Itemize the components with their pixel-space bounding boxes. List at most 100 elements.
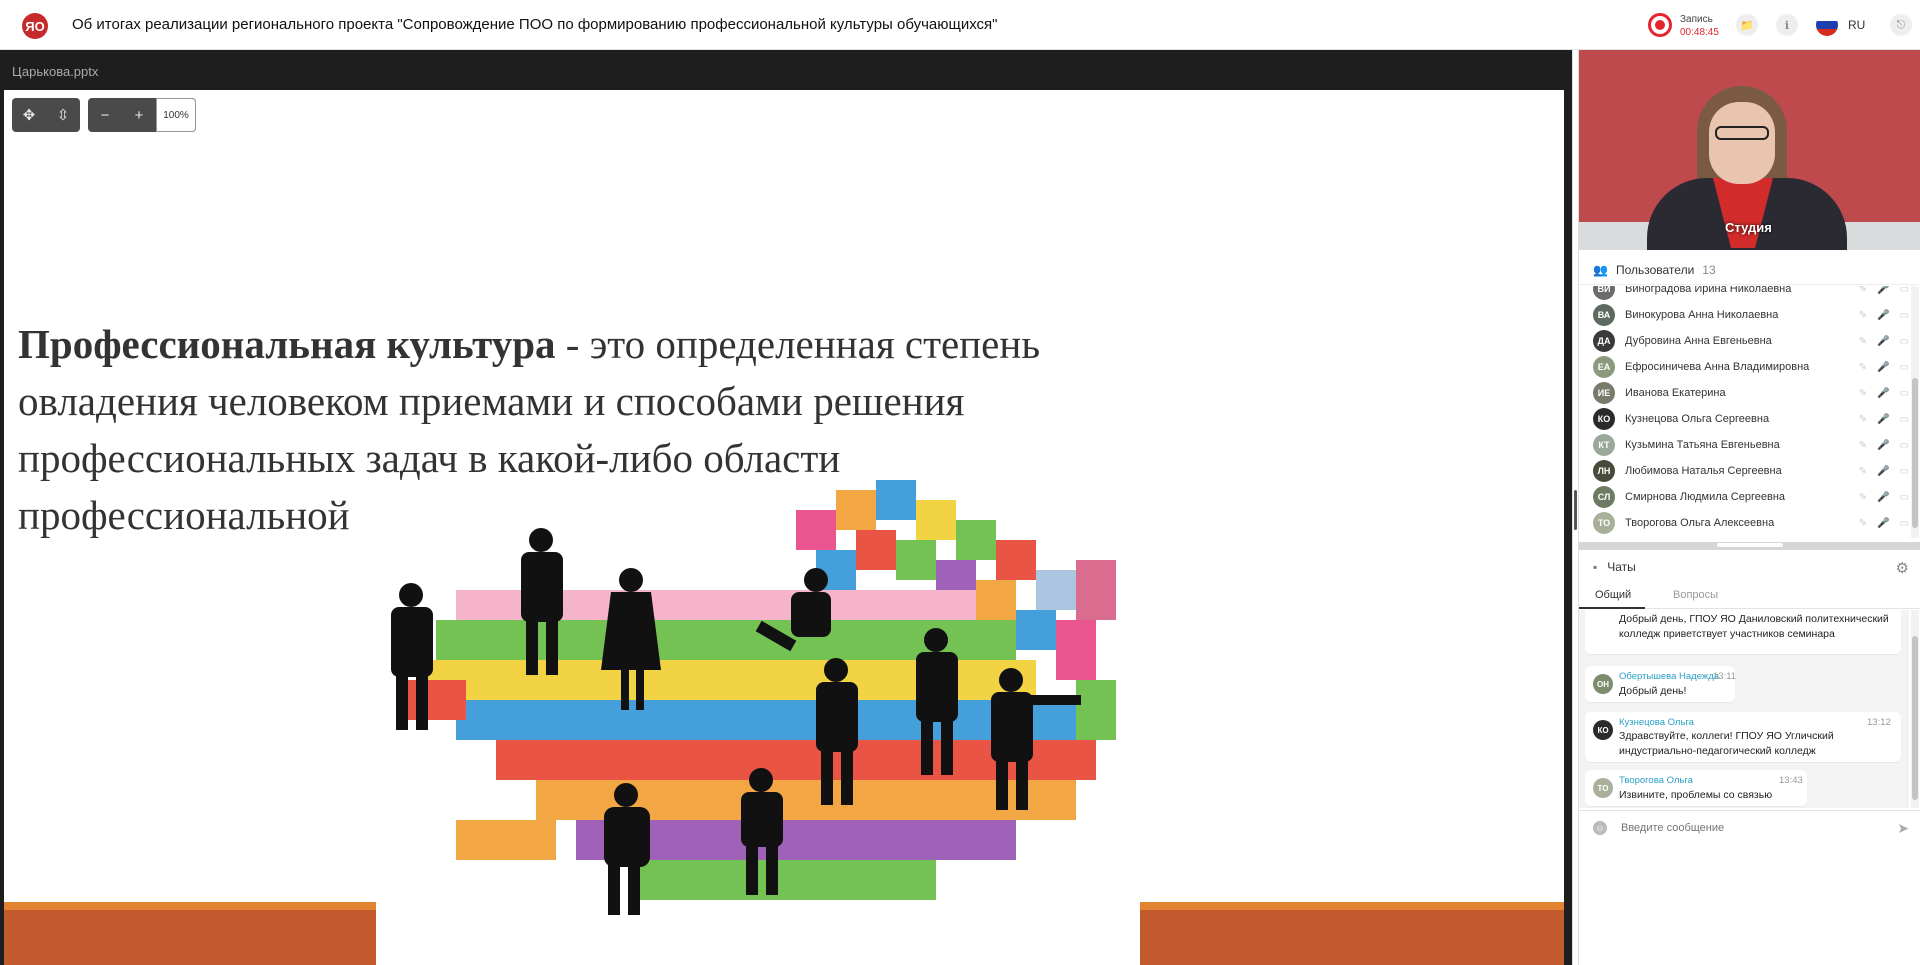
microphone-icon[interactable]: 🎤 xyxy=(1877,518,1889,529)
message-author: Кузнецова Ольга xyxy=(1619,717,1694,728)
slide-toolbar: ✥ ⇳ − + 100% xyxy=(12,98,196,132)
active-tab-indicator xyxy=(1579,607,1645,609)
zoom-out-button[interactable]: − xyxy=(88,98,122,132)
list-item[interactable]: ВИ Виноградова Ирина Николаевна ✎ 🎤 ▭ xyxy=(1593,286,1909,302)
microphone-icon[interactable]: 🎤 xyxy=(1877,286,1889,295)
camera-icon[interactable]: ▭ xyxy=(1900,492,1909,503)
record-label: Запись xyxy=(1680,14,1713,25)
microphone-icon[interactable]: 🎤 xyxy=(1877,466,1889,477)
puzzle-people-illustration xyxy=(376,480,1140,965)
scrollbar-thumb[interactable] xyxy=(1912,378,1918,528)
tab-questions[interactable]: Вопросы xyxy=(1673,589,1718,601)
tab-general[interactable]: Общий xyxy=(1595,589,1631,601)
chat-messages[interactable]: Добрый день, ГПОУ ЯО Даниловский политех… xyxy=(1579,610,1909,808)
list-item[interactable]: КТ Кузьмина Татьяна Евгеньевна ✎ 🎤 ▭ xyxy=(1593,432,1909,458)
list-item[interactable]: ДА Дубровина Анна Евгеньевна ✎ 🎤 ▭ xyxy=(1593,328,1909,354)
pencil-icon[interactable]: ✎ xyxy=(1859,466,1867,477)
pencil-icon[interactable]: ✎ xyxy=(1859,286,1867,295)
slide-canvas: ✥ ⇳ − + 100% Профессиональная культура -… xyxy=(4,90,1564,965)
pencil-icon[interactable]: ✎ xyxy=(1859,492,1867,503)
language-selector[interactable]: RU xyxy=(1848,18,1865,32)
slide-text-bold: Профессиональная культура xyxy=(18,321,556,367)
user-controls: ✎ 🎤 ▭ xyxy=(1859,518,1909,529)
presentation-pane: Царькова.pptx ✥ ⇳ − + 100% Профессиональ… xyxy=(0,50,1572,965)
move-icon[interactable]: ✥ xyxy=(12,98,46,132)
camera-icon[interactable]: ▭ xyxy=(1900,414,1909,425)
info-icon[interactable]: ℹ xyxy=(1776,14,1798,36)
list-item[interactable]: ЕА Ефросиничева Анна Владимировна ✎ 🎤 ▭ xyxy=(1593,354,1909,380)
list-item[interactable]: СЛ Смирнова Людмила Сергеевна ✎ 🎤 ▭ xyxy=(1593,484,1909,510)
microphone-icon[interactable]: 🎤 xyxy=(1877,414,1889,425)
camera-icon[interactable]: ▭ xyxy=(1900,466,1909,477)
list-item[interactable]: ЛН Любимова Наталья Сергеевна ✎ 🎤 ▭ xyxy=(1593,458,1909,484)
gear-icon[interactable]: ⚙ xyxy=(1896,559,1909,577)
send-icon[interactable]: ➤ xyxy=(1897,820,1909,837)
user-name: Дубровина Анна Евгеньевна xyxy=(1625,335,1772,347)
splitter-handle[interactable] xyxy=(1574,490,1577,530)
user-name: Иванова Екатерина xyxy=(1625,387,1726,399)
pencil-icon[interactable]: ✎ xyxy=(1859,362,1867,373)
exit-icon[interactable]: ⎋ xyxy=(1890,14,1912,36)
pencil-icon[interactable]: ✎ xyxy=(1859,336,1867,347)
divider-handle[interactable] xyxy=(1717,543,1783,547)
top-header: ЯО Об итогах реализации регионального пр… xyxy=(0,0,1920,50)
panel-resize-divider[interactable] xyxy=(1579,542,1920,550)
chat-icon: ▪ xyxy=(1593,560,1598,574)
record-icon[interactable] xyxy=(1648,13,1672,37)
message-author: Творогова Ольга xyxy=(1619,775,1693,786)
microphone-icon[interactable]: 🎤 xyxy=(1877,492,1889,503)
scrollbar-thumb[interactable] xyxy=(1912,636,1918,800)
users-count: 13 xyxy=(1702,262,1716,277)
russia-flag-icon[interactable] xyxy=(1816,14,1838,36)
message-input[interactable] xyxy=(1619,820,1879,835)
chat-scrollbar[interactable] xyxy=(1911,610,1919,808)
microphone-icon[interactable]: 🎤 xyxy=(1877,362,1889,373)
avatar: ЛН xyxy=(1593,460,1615,482)
avatar: КТ xyxy=(1593,434,1615,456)
camera-icon[interactable]: ▭ xyxy=(1900,440,1909,451)
presentation-filename: Царькова.pptx xyxy=(12,64,99,79)
message-text: Извините, проблемы со связью xyxy=(1619,789,1773,801)
user-controls: ✎ 🎤 ▭ xyxy=(1859,310,1909,321)
user-controls: ✎ 🎤 ▭ xyxy=(1859,362,1909,373)
list-item[interactable]: ТО Творогова Ольга Алексеевна ✎ 🎤 ▭ xyxy=(1593,510,1909,536)
avatar: ЕА xyxy=(1593,356,1615,378)
avatar: СЛ xyxy=(1593,486,1615,508)
pencil-icon[interactable]: ✎ xyxy=(1859,310,1867,321)
user-controls: ✎ 🎤 ▭ xyxy=(1859,286,1909,295)
zoom-in-button[interactable]: + xyxy=(122,98,156,132)
emoji-icon[interactable]: ☺ xyxy=(1593,820,1607,835)
camera-icon[interactable]: ▭ xyxy=(1900,388,1909,399)
chats-title: Чаты xyxy=(1607,560,1636,574)
camera-icon[interactable]: ▭ xyxy=(1900,286,1909,295)
pencil-icon[interactable]: ✎ xyxy=(1859,388,1867,399)
pencil-icon[interactable]: ✎ xyxy=(1859,440,1867,451)
microphone-icon[interactable]: 🎤 xyxy=(1877,440,1889,451)
camera-icon[interactable]: ▭ xyxy=(1900,518,1909,529)
folder-icon[interactable]: 📁 xyxy=(1736,14,1758,36)
microphone-icon[interactable]: 🎤 xyxy=(1877,310,1889,321)
users-title: Пользователи xyxy=(1615,262,1695,277)
user-controls: ✎ 🎤 ▭ xyxy=(1859,440,1909,451)
user-controls: ✎ 🎤 ▭ xyxy=(1859,388,1909,399)
microphone-icon[interactable]: 🎤 xyxy=(1877,336,1889,347)
avatar: ДА xyxy=(1593,330,1615,352)
camera-icon[interactable]: ▭ xyxy=(1900,310,1909,321)
fit-width-icon[interactable]: ⇳ xyxy=(46,98,80,132)
pencil-icon[interactable]: ✎ xyxy=(1859,414,1867,425)
user-name: Кузьмина Татьяна Евгеньевна xyxy=(1625,439,1780,451)
microphone-icon[interactable]: 🎤 xyxy=(1877,388,1889,399)
video-feed: Студия xyxy=(1579,50,1920,250)
camera-icon[interactable]: ▭ xyxy=(1900,336,1909,347)
message-text: Добрый день! xyxy=(1619,685,1687,697)
list-item[interactable]: ВА Винокурова Анна Николаевна ✎ 🎤 ▭ xyxy=(1593,302,1909,328)
pencil-icon[interactable]: ✎ xyxy=(1859,518,1867,529)
list-item[interactable]: ИЕ Иванова Екатерина ✎ 🎤 ▭ xyxy=(1593,380,1909,406)
list-item[interactable]: КО Кузнецова Ольга Сергеевна ✎ 🎤 ▭ xyxy=(1593,406,1909,432)
page-title: Об итогах реализации регионального проек… xyxy=(72,16,998,33)
camera-icon[interactable]: ▭ xyxy=(1900,362,1909,373)
message-time: 13:12 xyxy=(1867,717,1891,728)
message-time: 13:11 xyxy=(1713,671,1737,682)
user-list[interactable]: ВИ Виноградова Ирина Николаевна ✎ 🎤 ▭ ВА В… xyxy=(1579,286,1909,538)
user-list-scrollbar[interactable] xyxy=(1911,286,1919,538)
